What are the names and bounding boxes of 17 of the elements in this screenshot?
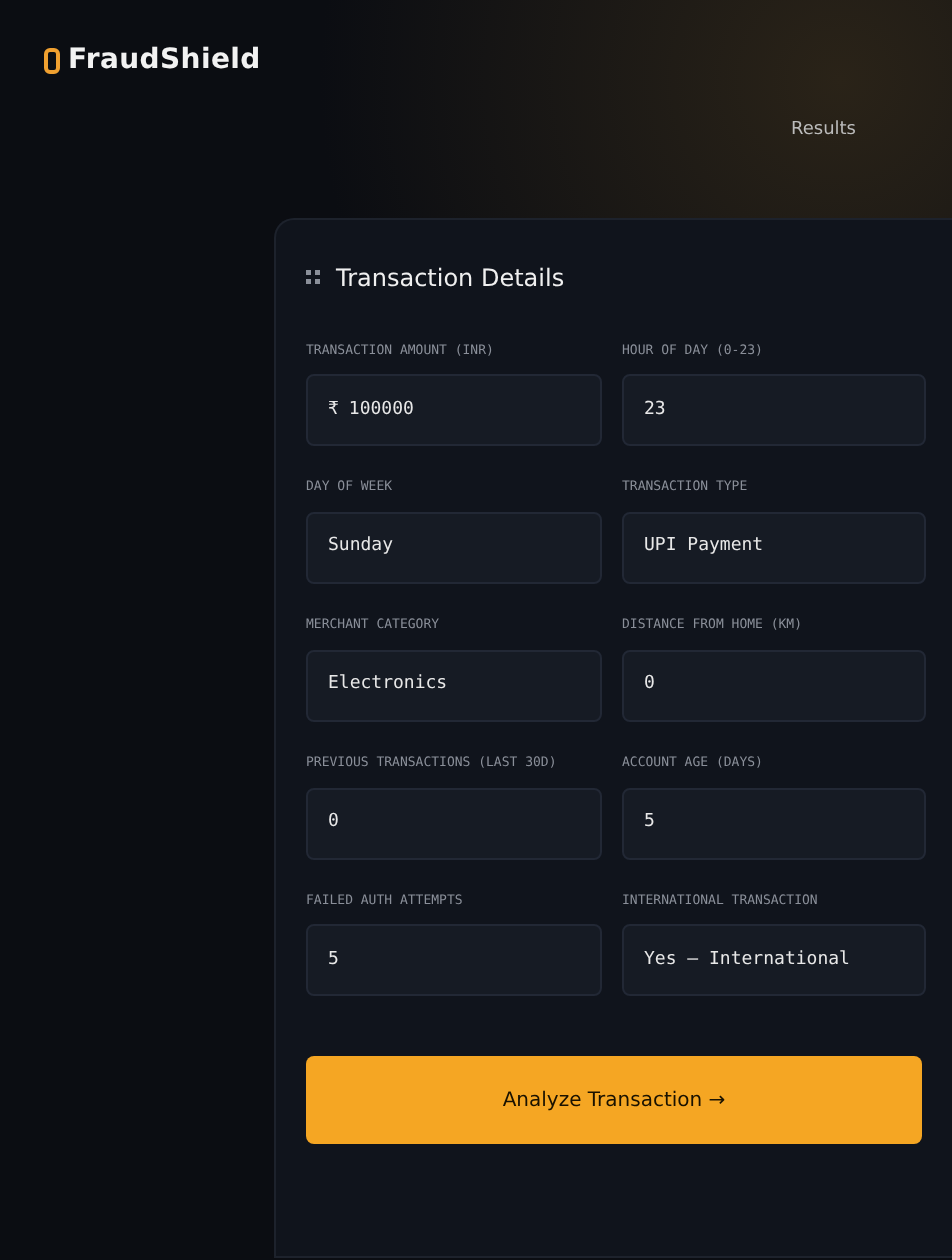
input-field[interactable]: 5	[306, 924, 602, 997]
analyze-button[interactable]: Analyze Transaction →	[306, 1056, 922, 1145]
nav-link[interactable]: Results	[791, 118, 856, 145]
input-field[interactable]: Sunday	[306, 512, 602, 584]
section-title: Transaction Details	[336, 261, 565, 295]
grid-icon	[306, 270, 320, 284]
logo-icon	[44, 48, 60, 74]
brand-name: FraudShield	[68, 42, 261, 80]
input-field[interactable]: UPI Payment	[622, 512, 926, 584]
input-field[interactable]: ₹ 100000	[306, 374, 602, 447]
currency-symbol: ₹	[328, 397, 339, 423]
input-field[interactable]: Electronics	[306, 649, 602, 722]
input-field[interactable]: 0	[622, 649, 926, 722]
input-field[interactable]: 0	[306, 787, 602, 859]
input-field[interactable]: Yes – International	[622, 924, 926, 997]
input-field[interactable]: 5	[622, 787, 926, 859]
input-field[interactable]: 23	[622, 374, 926, 447]
